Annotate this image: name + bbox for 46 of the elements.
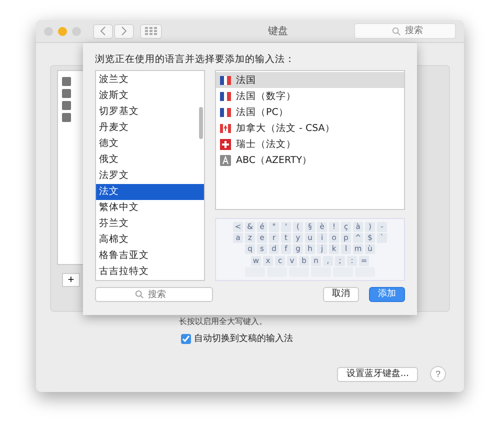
- chevron-right-icon: [122, 26, 127, 36]
- language-item[interactable]: 古吉拉特文: [96, 264, 204, 280]
- input-source-item[interactable]: 瑞士（法文）: [236, 138, 296, 150]
- chevron-left-icon: [100, 26, 106, 36]
- language-item[interactable]: 法罗文: [96, 168, 204, 184]
- flag-icon: [220, 90, 231, 102]
- bluetooth-keyboard-button[interactable]: 设置蓝牙键盘...: [337, 366, 418, 382]
- language-item[interactable]: 芬兰文: [96, 216, 204, 232]
- keyboard-layout-icon: [220, 154, 231, 166]
- language-item[interactable]: 波兰文: [96, 72, 204, 88]
- scrollbar[interactable]: [199, 107, 203, 139]
- show-all-button[interactable]: [140, 24, 162, 38]
- flag-icon: [220, 138, 231, 150]
- forward-button[interactable]: [114, 24, 134, 38]
- window-title: 键盘: [267, 24, 289, 38]
- search-icon: [392, 27, 401, 36]
- language-item[interactable]: 格鲁吉亚文: [96, 248, 204, 264]
- sheet-prompt: 浏览正在使用的语言并选择要添加的输入法：: [95, 53, 296, 66]
- language-item[interactable]: 丹麦文: [96, 120, 204, 136]
- help-button[interactable]: ?: [430, 366, 446, 382]
- checkbox[interactable]: [181, 334, 191, 344]
- back-button[interactable]: [93, 24, 113, 38]
- language-item[interactable]: 德文: [96, 136, 204, 152]
- input-source-item[interactable]: 加拿大（法文 - CSA）: [236, 122, 335, 134]
- flag-icon: [220, 106, 231, 118]
- language-item[interactable]: 切罗基文: [96, 104, 204, 120]
- search-field[interactable]: 搜索: [354, 23, 456, 39]
- flag-icon: [220, 122, 231, 134]
- checkbox-label: 自动切换到文稿的输入法: [194, 332, 293, 345]
- input-source-item[interactable]: 法国（数字）: [236, 90, 296, 102]
- grid-icon: [145, 27, 157, 35]
- minimize-button[interactable]: [58, 26, 67, 36]
- language-item[interactable]: 繁体中文: [96, 200, 204, 216]
- input-source-item[interactable]: 法国（PC）: [236, 106, 288, 118]
- caps-hint: 长按以启用全大写键入。: [179, 316, 267, 327]
- language-item[interactable]: 法文: [96, 184, 204, 200]
- input-source-item[interactable]: ABC（AZERTY）: [236, 154, 312, 166]
- language-item[interactable]: 俄文: [96, 152, 204, 168]
- language-item[interactable]: 高棉文: [96, 232, 204, 248]
- flag-icon: [220, 74, 231, 86]
- cancel-button[interactable]: 取消: [323, 287, 359, 302]
- input-source-item[interactable]: 法国: [236, 74, 256, 86]
- search-icon: [135, 290, 144, 299]
- search-field[interactable]: 搜索: [95, 287, 213, 302]
- add-button[interactable]: +: [62, 273, 80, 287]
- language-item[interactable]: 波斯文: [96, 88, 204, 104]
